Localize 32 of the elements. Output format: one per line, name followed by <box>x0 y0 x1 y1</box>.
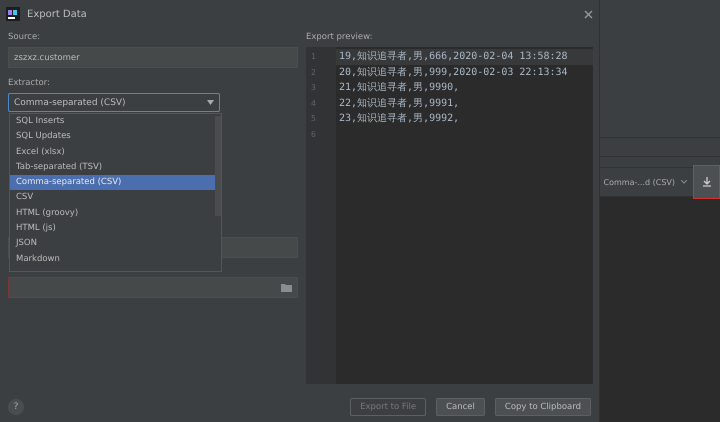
dialog-button[interactable]: Cancel <box>436 398 485 416</box>
extractor-dropdown[interactable]: Comma-separated (CSV) <box>8 93 220 112</box>
caret-icon <box>207 100 214 105</box>
dropdown-option[interactable]: JSON <box>10 236 215 252</box>
code-line: 20,知识追寻者,男,999,2020-02-03 22:13:34 <box>338 66 569 80</box>
dropdown-option[interactable]: Comma-separated (CSV) <box>10 175 215 190</box>
download-icon <box>702 177 712 187</box>
dropdown-option[interactable]: HTML (js) <box>10 221 215 236</box>
source-label: Source: <box>8 32 42 42</box>
extractor-label: Extractor: <box>8 78 51 88</box>
close-icon[interactable] <box>584 10 593 18</box>
dropdown-option[interactable]: HTML (groovy) <box>10 206 215 222</box>
code-line: 21,知识追寻者,男,9990, <box>338 80 460 95</box>
window-title: Export Data <box>27 8 88 20</box>
code-line: 22,知识追寻者,男,9991, <box>338 96 460 110</box>
app-logo-icon <box>6 7 20 21</box>
dropdown-option[interactable]: SQL Inserts <box>10 114 215 130</box>
dialog-button[interactable]: Copy to Clipboard <box>494 398 591 416</box>
preview-label: Export preview: <box>306 32 374 42</box>
folder-icon[interactable] <box>281 284 292 292</box>
download-button[interactable] <box>693 165 720 199</box>
dropdown-option[interactable]: Markdown <box>10 252 215 267</box>
code-line: 23,知识追寻者,男,9992, <box>338 112 460 126</box>
output-path-field[interactable] <box>8 277 298 298</box>
format-selector[interactable]: Comma-...d (CSV) <box>604 178 675 186</box>
dropdown-option[interactable]: CSV <box>10 190 215 206</box>
dropdown-option[interactable]: Excel (xlsx) <box>10 144 215 160</box>
chevron-icon <box>681 180 687 184</box>
dropdown-option[interactable]: Tab-separated (TSV) <box>10 160 215 176</box>
dropdown-option[interactable]: SQL Updates <box>10 129 215 145</box>
source-field[interactable]: zszxz.customer <box>8 47 298 68</box>
help-button[interactable]: ? <box>8 399 24 415</box>
